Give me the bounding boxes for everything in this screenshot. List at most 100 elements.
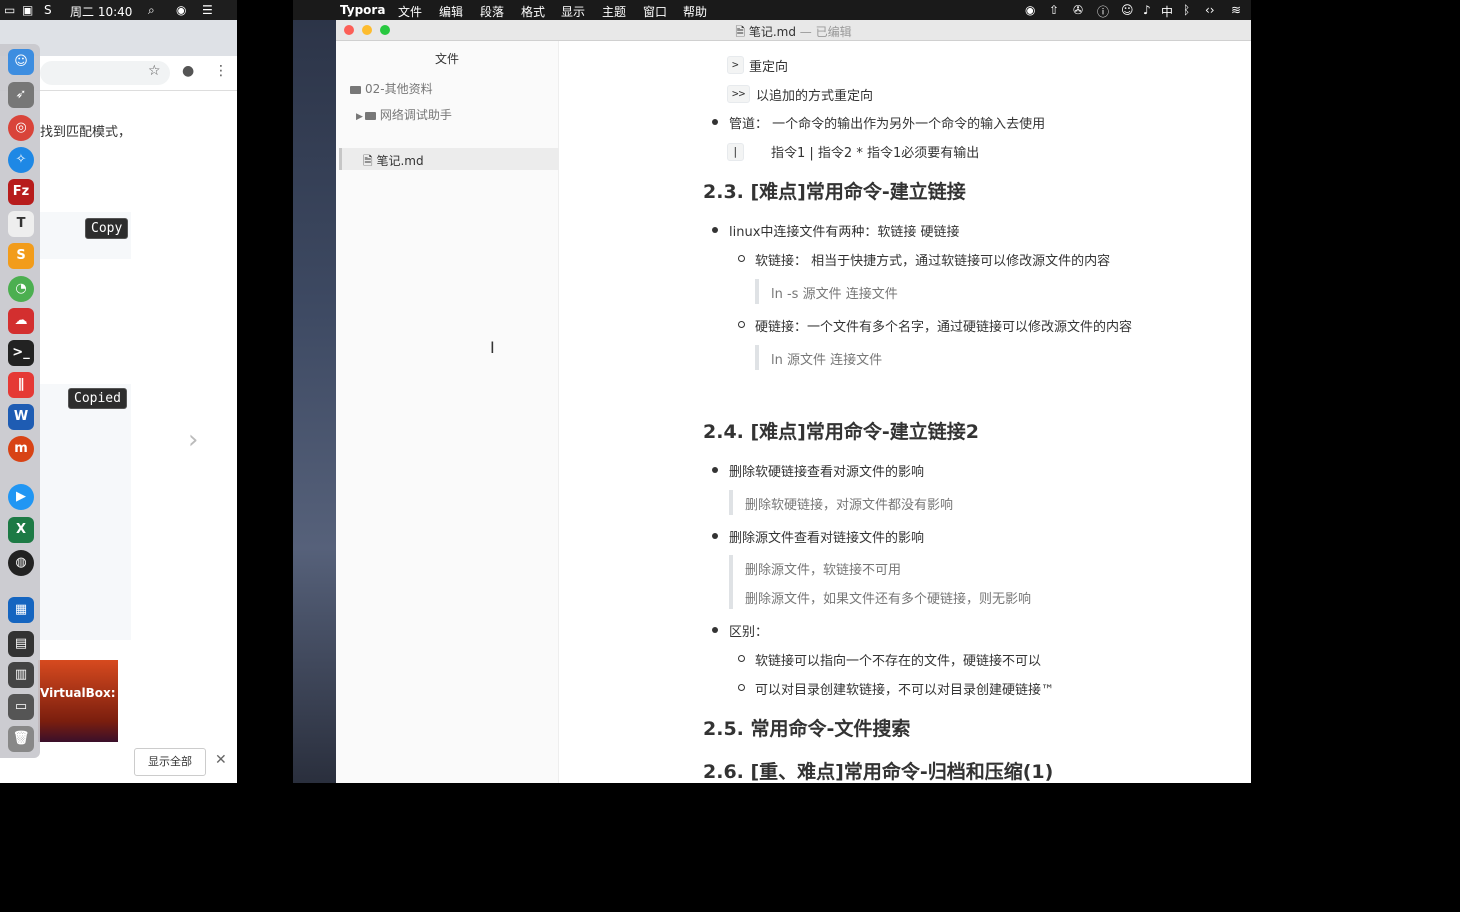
document-icon: 🗎 — [735, 25, 749, 39]
tools-icon[interactable]: ✇ — [1073, 3, 1083, 17]
safari-icon[interactable]: ✧ — [8, 147, 34, 173]
bullet — [712, 533, 718, 539]
bookmark-star-icon[interactable]: ☆ — [148, 63, 161, 79]
blockquote-text: 删除软硬链接，对源文件都没有影响 — [745, 498, 954, 513]
input-method-indicator[interactable]: 中 — [1161, 3, 1173, 20]
copy-button[interactable]: Copy — [85, 218, 129, 239]
remote-desktop-icon[interactable]: ▦ — [8, 597, 34, 623]
heading-h2: 2.3. [难点]常用命令-建立链接 — [703, 181, 966, 203]
dock: ☺ ➶ ◎ ✧ Fz T S ◔ ☁ >_ ∥ W m ▶ X ◍ ▦ ▤ ▥ … — [0, 44, 40, 758]
siri-icon[interactable]: ◉ — [176, 3, 186, 17]
menu-window[interactable]: 窗口 — [643, 3, 667, 20]
launchpad-icon[interactable]: ➶ — [8, 82, 34, 108]
baidu-netdisk-icon[interactable]: ☁ — [8, 308, 34, 334]
list-item: 管道： 一个命令的输出作为另外一个命令的输入去使用 — [729, 117, 1046, 132]
menu-view[interactable]: 显示 — [561, 3, 585, 20]
blockquote-bar — [729, 555, 733, 609]
heading-h2: 2.6. [重、难点]常用命令-归档和压缩(1) — [703, 761, 1054, 783]
sub-bullet — [738, 684, 745, 691]
blockquote-text: ln 源文件 连接文件 — [771, 353, 883, 368]
battery-icon: ▭ — [4, 3, 16, 17]
inline-code: > — [727, 56, 744, 74]
chrome-icon[interactable]: ◎ — [8, 115, 34, 141]
menu-help[interactable]: 帮助 — [683, 3, 707, 20]
typora-icon[interactable]: T — [8, 211, 34, 237]
bullet — [712, 627, 718, 633]
more-menu-icon[interactable]: ⋮ — [214, 63, 228, 79]
menu-file[interactable]: 文件 — [398, 3, 422, 20]
disclosure-triangle-icon[interactable]: ▶ — [356, 112, 363, 122]
wechat-icon[interactable]: ◔ — [8, 276, 34, 302]
left-screen: ▭ ▣ S 周二 10:40 ⌕ ◉ ☰ ☆ ● ⋮ 找到匹配模式， Copy … — [0, 0, 237, 783]
titlebar: 🗎 笔记.md — 已编辑 — [336, 20, 1251, 41]
notification-list-icon[interactable]: ☰ — [202, 3, 213, 17]
sublime-preview-icon[interactable]: ▥ — [8, 662, 34, 688]
blockquote-bar — [729, 490, 733, 515]
tree-file-notes[interactable]: 🗎 笔记.md — [363, 152, 424, 173]
list-item: 软链接可以指向一个不存在的文件，硬链接不可以 — [755, 654, 1042, 669]
microphone-icon[interactable]: ♪ — [1143, 3, 1151, 17]
quicktime-icon[interactable]: ▶ — [8, 484, 34, 510]
close-icon[interactable]: ✕ — [215, 752, 227, 768]
copied-button[interactable]: Copied — [68, 388, 127, 409]
sub-bullet — [738, 655, 745, 662]
inline-code: >> — [727, 85, 751, 103]
folder-icon — [364, 111, 376, 120]
menu-format[interactable]: 格式 — [521, 3, 545, 20]
word-icon[interactable]: W — [8, 404, 34, 430]
profile-icon[interactable]: ● — [182, 63, 194, 79]
typora-window: 🗎 笔记.md — 已编辑 文件 02-其他资料 ▶ 网络调试助手 🗎 笔记.md… — [336, 20, 1251, 783]
text-line: 以追加的方式重定向 — [756, 89, 874, 104]
record-icon[interactable]: ◉ — [1025, 3, 1035, 17]
obs-icon[interactable]: ◍ — [8, 550, 34, 576]
text-line: 重定向 — [749, 60, 789, 75]
bullet — [712, 227, 718, 233]
markdown-editor[interactable]: > 重定向 >> 以追加的方式重定向 管道： 一个命令的输出作为另外一个命令的输… — [559, 41, 1251, 783]
parallels-icon[interactable]: ∥ — [8, 372, 34, 398]
terminal-icon[interactable]: >_ — [8, 340, 34, 366]
pdf-reader-icon[interactable]: m — [8, 436, 34, 462]
blockquote-bar — [755, 279, 759, 304]
sub-bullet — [738, 321, 745, 328]
folder-icon — [350, 85, 361, 94]
trash-icon[interactable]: 🗑 — [8, 726, 34, 752]
upload-icon[interactable]: ⇧ — [1049, 3, 1059, 17]
filezilla-icon[interactable]: Fz — [8, 179, 34, 205]
terminal-preview-icon[interactable]: ▤ — [8, 631, 34, 657]
chevron-right-icon[interactable]: › — [188, 425, 198, 455]
sub-bullet — [738, 255, 745, 262]
inline-code: | — [727, 143, 744, 161]
wifi-icon[interactable]: ≋ — [1231, 3, 1241, 17]
app-menu[interactable]: Typora — [340, 3, 385, 17]
info-icon[interactable]: ⓘ — [1097, 3, 1109, 20]
text-line: 指令1 | 指令2 * 指令1必须要有输出 — [771, 146, 980, 161]
menu-theme[interactable]: 主题 — [602, 3, 626, 20]
sublime-icon[interactable]: S — [8, 243, 34, 269]
list-item: 可以对目录创建软链接，不可以对目录创建硬链接™ — [755, 683, 1055, 698]
list-item: 软链接： 相当于快捷方式，通过软链接可以修改源文件的内容 — [755, 254, 1111, 269]
tree-folder-network[interactable]: ▶ 网络调试助手 — [356, 106, 452, 123]
list-item: 删除源文件查看对链接文件的影响 — [729, 531, 925, 546]
code-icon[interactable]: ‹› — [1205, 3, 1215, 17]
bluetooth-icon[interactable]: ᛒ — [1183, 3, 1190, 17]
virtualbox-thumbnail[interactable] — [38, 660, 118, 742]
bullet — [712, 467, 718, 473]
list-item: 区别： — [729, 625, 769, 640]
search-icon[interactable]: ⌕ — [148, 3, 155, 18]
menu-paragraph[interactable]: 段落 — [480, 3, 504, 20]
menu-edit[interactable]: 编辑 — [439, 3, 463, 20]
sidebar-title: 文件 — [434, 52, 459, 66]
input-method-icon: ▣ — [22, 3, 34, 17]
excel-icon[interactable]: X — [8, 517, 34, 543]
screen-preview-icon[interactable]: ▭ — [8, 694, 34, 720]
blockquote-text: 删除源文件，软链接不可用 — [745, 563, 902, 578]
tree-folder-other[interactable]: 02-其他资料 — [350, 80, 433, 97]
list-item: linux中连接文件有两种：软链接 硬链接 — [729, 225, 960, 240]
blockquote-text: ln -s 源文件 连接文件 — [771, 287, 898, 302]
mac-menubar: Typora 文件 编辑 段落 格式 显示 主题 窗口 帮助 ◉ ⇧ ✇ ⓘ ☺… — [293, 0, 1251, 20]
left-menubar: ▭ ▣ S 周二 10:40 ⌕ ◉ ☰ — [0, 0, 237, 20]
accessibility-icon[interactable]: ☺ — [1121, 3, 1134, 17]
finder-icon[interactable]: ☺ — [8, 49, 34, 75]
file-icon: 🗎 — [363, 154, 373, 168]
show-all-button[interactable]: 显示全部 — [134, 748, 206, 776]
